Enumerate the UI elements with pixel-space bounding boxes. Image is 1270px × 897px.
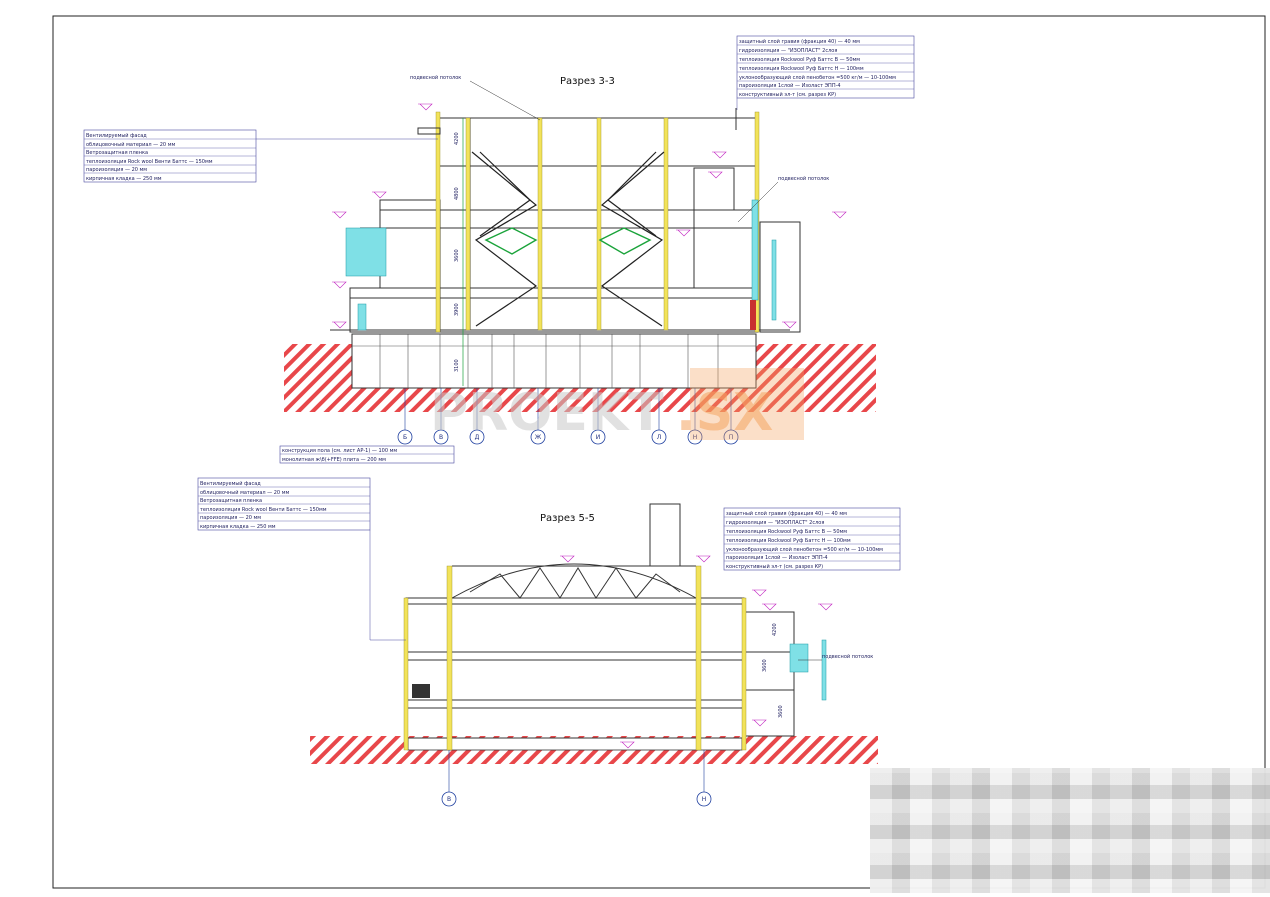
drawing-canvas: Разрез 3-3 4200 4800 3600 3900 3100 Б В … xyxy=(52,15,1266,889)
ceiling-note-right: подвесной потолок xyxy=(778,175,829,182)
svg-text:теплоизоляция Rock wool Венти: теплоизоляция Rock wool Венти Баттс — 15… xyxy=(200,507,327,513)
svg-text:кирпичная кладка — 250 мм: кирпичная кладка — 250 мм xyxy=(200,524,276,530)
svg-text:облицовочный материал — 20 мм: облицовочный материал — 20 мм xyxy=(200,489,289,496)
svg-text:гидроизоляция — "ИЗОПЛАСТ" 2сл: гидроизоляция — "ИЗОПЛАСТ" 2слоя xyxy=(726,520,824,526)
roof-spec-3-3: защитный слой гравия (фракция 40) — 40 м… xyxy=(736,35,915,110)
svg-text:защитный слой гравия (фракция: защитный слой гравия (фракция 40) — 40 м… xyxy=(739,38,860,45)
svg-text:Ветрозащитная пленка: Ветрозащитная пленка xyxy=(86,150,148,156)
dim-3600: 3600 xyxy=(762,659,768,672)
facade-spec-5-5: Вентилируемый фасад облицовочный материа… xyxy=(197,477,406,641)
svg-text:теплоизоляция Rockwool Руф Бат: теплоизоляция Rockwool Руф Баттс В — 50м… xyxy=(739,57,860,63)
red-panel xyxy=(750,300,756,330)
section-5-5: Разрез 5-5 4200 3600 3600 В Н Вентилируе… xyxy=(197,477,901,807)
svg-text:конструктивный эл-т (см. разре: конструктивный эл-т (см. разрез КР) xyxy=(739,91,836,98)
dark-element xyxy=(412,684,430,698)
axis-label: Н xyxy=(702,796,707,803)
axis-label: Б xyxy=(403,434,407,441)
svg-text:уклонообразующий слой пенобето: уклонообразующий слой пенобетон =500 кг/… xyxy=(726,546,883,553)
svg-text:.SX: .SX xyxy=(676,383,773,443)
drawing-sheet: Разрез 3-3 4200 4800 3600 3900 3100 Б В … xyxy=(0,0,1270,893)
svg-text:гидроизоляция — "ИЗОПЛАСТ" 2сл: гидроизоляция — "ИЗОПЛАСТ" 2слоя xyxy=(739,48,837,54)
dim-3600: 3600 xyxy=(778,705,784,718)
ceiling-note: подвесной потолок xyxy=(410,74,461,81)
svg-text:пароизоляция — 20 мм: пароизоляция — 20 мм xyxy=(86,167,147,173)
svg-text:теплоизоляция Rock wool Венти: теплоизоляция Rock wool Венти Баттс — 15… xyxy=(86,159,213,165)
dim-3600: 3600 xyxy=(454,249,460,262)
blurred-region-overlay xyxy=(870,768,1270,893)
svg-text:облицовочный материал — 20 мм: облицовочный материал — 20 мм xyxy=(86,141,175,148)
svg-text:PROEKT: PROEKT xyxy=(430,383,664,443)
svg-text:кирпичная кладка — 250 мм: кирпичная кладка — 250 мм xyxy=(86,176,162,182)
floor-spec-3-3: конструкция пола (см. лист АР-1) — 100 м… xyxy=(279,445,455,464)
ceiling-note: подвесной потолок xyxy=(822,653,873,660)
svg-text:конструктивный эл-т (см. разре: конструктивный эл-т (см. разрез КР) xyxy=(726,563,823,570)
section-3-3-title: Разрез 3-3 xyxy=(560,76,615,87)
svg-text:теплоизоляция Rockwool Руф Бат: теплоизоляция Rockwool Руф Баттс Н — 100… xyxy=(726,538,851,544)
svg-text:монолитная ж\б(+FFE) плита — 2: монолитная ж\б(+FFE) плита — 200 мм xyxy=(282,457,386,463)
dim-4200: 4200 xyxy=(772,623,778,636)
dim-3100: 3100 xyxy=(454,359,460,372)
section-5-5-title: Разрез 5-5 xyxy=(540,513,595,524)
svg-text:Ветрозащитная пленка: Ветрозащитная пленка xyxy=(200,498,262,504)
svg-text:уклонообразующий слой пенобето: уклонообразующий слой пенобетон =500 кг/… xyxy=(739,74,896,81)
svg-text:теплоизоляция Rockwool Руф Бат: теплоизоляция Rockwool Руф Баттс В — 50м… xyxy=(726,529,847,535)
svg-text:теплоизоляция Rockwool Руф Бат: теплоизоляция Rockwool Руф Баттс Н — 100… xyxy=(739,66,864,72)
dim-4800: 4800 xyxy=(454,187,460,200)
svg-text:Вентилируемый фасад: Вентилируемый фасад xyxy=(200,480,261,487)
dim-3900: 3900 xyxy=(454,303,460,316)
svg-text:конструкция пола (см. лист АР-: конструкция пола (см. лист АР-1) — 100 м… xyxy=(282,448,397,454)
svg-text:пароизоляция 1слой — Изоласт Э: пароизоляция 1слой — Изоласт ЭПП-4 xyxy=(739,82,841,89)
svg-text:защитный слой гравия (фракция: защитный слой гравия (фракция 40) — 40 м… xyxy=(726,510,847,517)
axis-label: В xyxy=(447,796,451,803)
svg-text:Вентилируемый фасад: Вентилируемый фасад xyxy=(86,132,147,139)
roof-spec-5-5: защитный слой гравия (фракция 40) — 40 м… xyxy=(723,507,901,571)
facade-spec-3-3: Вентилируемый фасад облицовочный материа… xyxy=(83,129,438,183)
svg-text:пароизоляция 1слой — Изоласт Э: пароизоляция 1слой — Изоласт ЭПП-4 xyxy=(726,554,828,561)
dim-4200: 4200 xyxy=(454,132,460,145)
svg-text:пароизоляция — 20 мм: пароизоляция — 20 мм xyxy=(200,515,261,521)
